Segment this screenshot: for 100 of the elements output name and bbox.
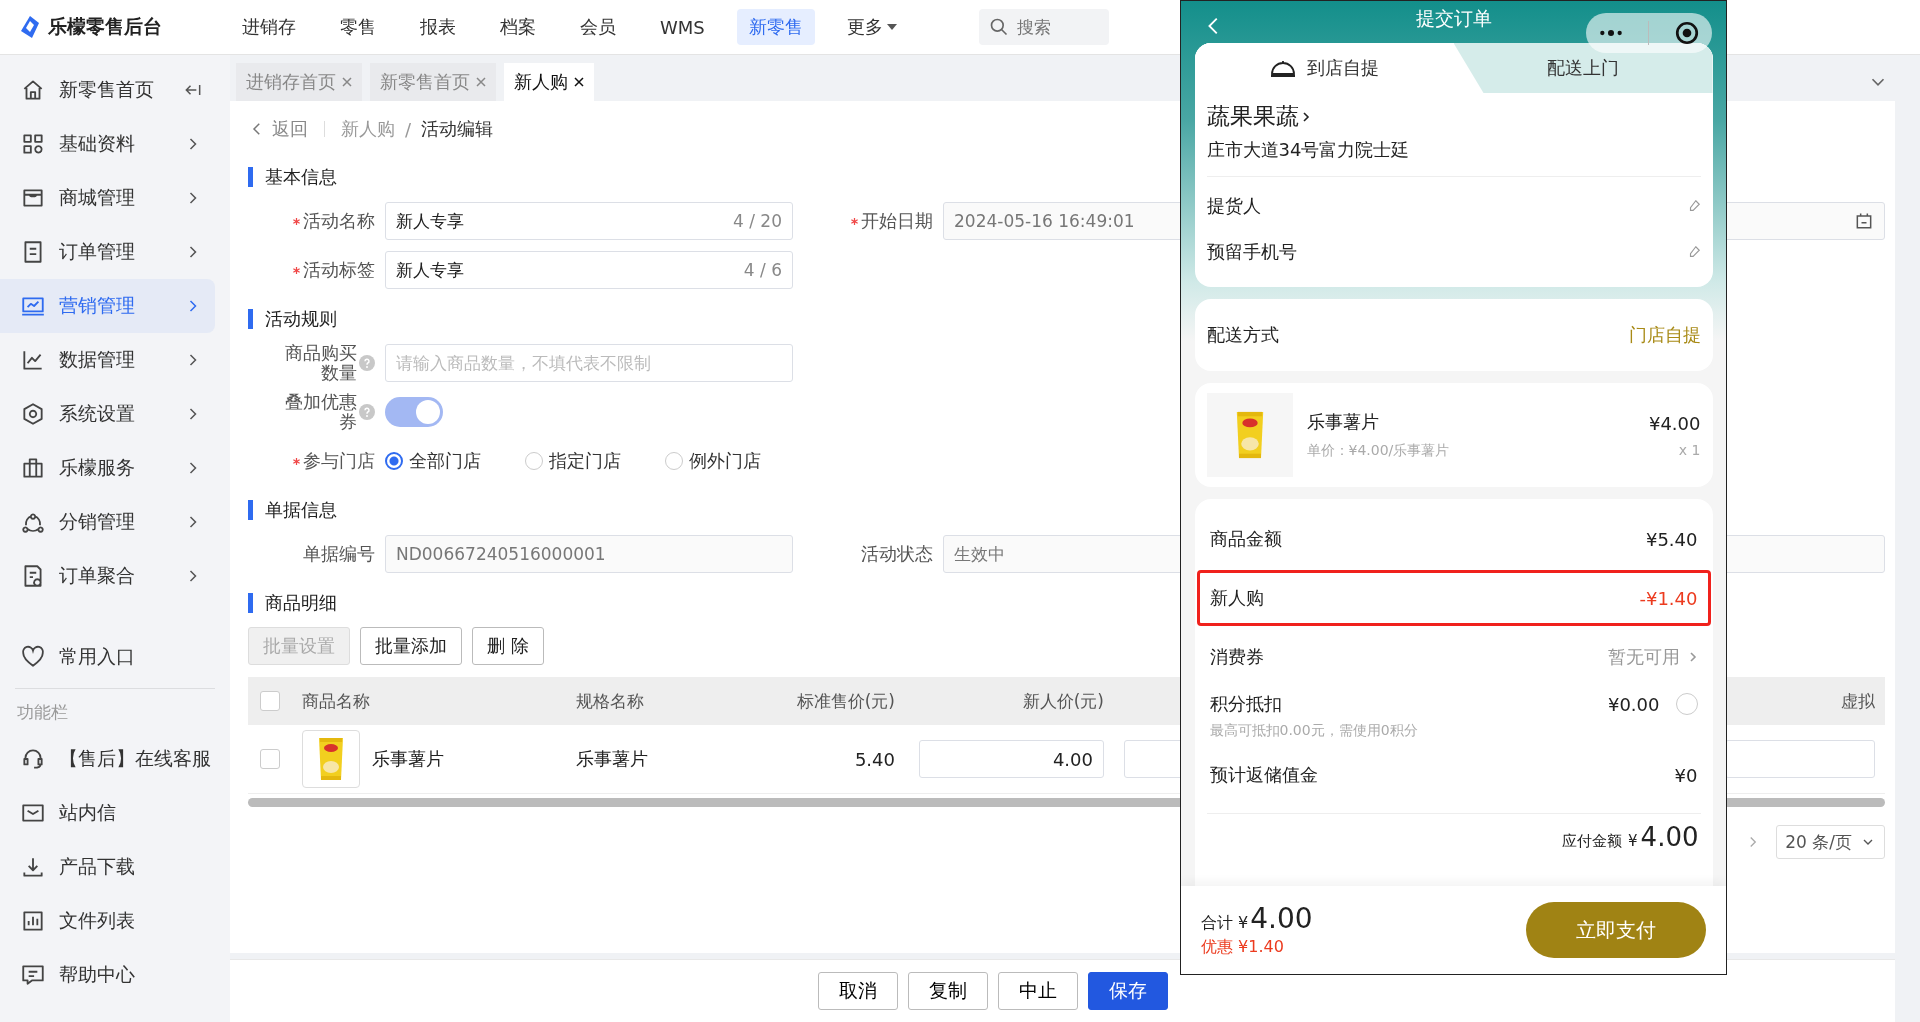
field-label: 商品购买数量 — [283, 343, 375, 383]
sidebar-item[interactable]: 数据管理 — [0, 333, 215, 387]
help-icon[interactable] — [359, 355, 375, 371]
column-header: 虚拟 — [1841, 690, 1875, 711]
top-nav-tab[interactable]: 新零售 — [736, 9, 815, 45]
sidebar-label: 分销管理 — [59, 509, 136, 534]
top-nav-tab[interactable]: 档案 — [488, 9, 548, 45]
section-heading: 商品明细 — [248, 593, 337, 613]
page-size-select[interactable]: 20 条/页 — [1776, 825, 1885, 859]
required-icon — [850, 216, 859, 226]
required-icon — [292, 216, 301, 226]
sidebar-item[interactable]: 商城管理 — [0, 171, 215, 225]
sidebar-item[interactable]: 常用入口 — [0, 630, 215, 684]
tag-input-field[interactable]: 新人专享 4 / 6 — [385, 251, 793, 289]
top-nav-tab[interactable]: 零售 — [328, 9, 388, 45]
sidebar-item[interactable]: 新零售首页 — [0, 63, 215, 117]
page-tab[interactable]: 新人购 — [504, 63, 594, 101]
table-cell: 乐事薯片 — [576, 748, 648, 769]
search-field[interactable]: 搜索 — [978, 9, 1109, 45]
sidebar-item[interactable]: 产品下载 — [0, 840, 215, 894]
menu-icon — [20, 131, 46, 157]
top-nav-tab[interactable]: 进销存 — [230, 9, 308, 45]
target-icon[interactable] — [1673, 20, 1700, 46]
discount-text: 优惠 ¥1.40 — [1201, 937, 1285, 958]
top-nav-tab[interactable]: 报表 — [408, 9, 468, 45]
close-icon[interactable] — [574, 77, 584, 87]
section-heading: 活动规则 — [248, 309, 337, 329]
field-label: 活动标签 — [292, 258, 375, 282]
store-address: 庄市大道34号富力院士廷 — [1206, 138, 1411, 162]
action-button[interactable]: 取消 — [817, 972, 898, 1010]
sidebar-label: 文件列表 — [59, 908, 136, 933]
section-heading: 单据信息 — [248, 500, 337, 520]
sidebar-item[interactable]: 订单管理 — [0, 225, 215, 279]
save-button[interactable]: 保存 — [1087, 972, 1168, 1010]
top-nav-tab[interactable]: WMS — [648, 9, 717, 45]
table-cell: 乐事薯片 — [372, 747, 444, 771]
sidebar-label: 乐檬服务 — [59, 455, 136, 480]
sidebar-label: 订单管理 — [59, 239, 136, 264]
caret-icon — [886, 24, 897, 30]
name-input-field[interactable]: 新人专享 4 / 20 — [385, 202, 793, 240]
row-label: 预计返储值金 — [1209, 763, 1318, 787]
radio-option[interactable]: 全部门店 — [385, 449, 481, 473]
cloche-icon — [1269, 58, 1297, 78]
radio-option[interactable]: 指定门店 — [525, 449, 621, 473]
amount: ¥5.40 — [1645, 528, 1698, 550]
tool-icon — [20, 746, 46, 772]
character-counter: 4 / 20 — [733, 211, 782, 231]
price-input-field[interactable]: 4.00 — [919, 740, 1104, 778]
sidebar-item[interactable]: 订单聚合 — [0, 549, 215, 603]
toolbar-button[interactable]: 批量添加 — [360, 627, 462, 665]
sidebar-label: 新零售首页 — [59, 77, 155, 102]
sidebar-label: 【售后】在线客服 — [59, 746, 212, 771]
menu-icon — [20, 455, 46, 481]
sidebar-label: 帮助中心 — [59, 962, 136, 987]
column-header: 规格名称 — [576, 690, 644, 711]
help-icon[interactable] — [359, 404, 375, 420]
field-label: 单据编号 — [303, 542, 375, 566]
section-title: 功能栏 — [16, 701, 69, 724]
action-button[interactable]: 复制 — [907, 972, 988, 1010]
row-label: 积分抵扣 — [1209, 692, 1282, 716]
document-number-field[interactable]: ND00667240516000001 — [385, 535, 793, 573]
quantity: x 1 — [1678, 441, 1701, 458]
top-nav-tab[interactable]: 更多 — [834, 9, 909, 45]
contact-field[interactable]: 提货人 — [1206, 183, 1701, 229]
tool-icon — [20, 908, 46, 934]
delivery-tab[interactable]: 配送上门 — [1453, 43, 1713, 93]
quantity-input-field[interactable]: 请输入商品数量，不填代表不限制 — [385, 344, 793, 382]
row-label: 消费券 — [1209, 645, 1264, 669]
sidebar-item[interactable]: 帮助中心 — [0, 948, 215, 1002]
contact-field[interactable]: 预留手机号 — [1206, 229, 1701, 275]
amount: ¥0 — [1674, 764, 1698, 786]
field-label: 叠加优惠券 — [283, 392, 375, 432]
sidebar-item[interactable]: 分销管理 — [0, 495, 215, 549]
checkbox[interactable] — [260, 749, 280, 769]
sidebar-item[interactable]: 营销管理 — [0, 279, 215, 333]
sidebar-label: 基础资料 — [59, 131, 136, 156]
field-label: 参与门店 — [292, 449, 375, 473]
checkbox[interactable] — [260, 691, 280, 711]
pay-button[interactable]: 立即支付 — [1526, 902, 1706, 958]
sidebar-item[interactable]: 基础资料 — [0, 117, 215, 171]
action-button[interactable]: 中止 — [997, 972, 1078, 1010]
radio-option[interactable]: 例外门店 — [665, 449, 761, 473]
toolbar-button[interactable]: 删 除 — [472, 627, 544, 665]
toggle-switch[interactable] — [385, 397, 443, 427]
column-header: 新人价(元) — [1022, 690, 1104, 711]
sidebar-item[interactable]: 系统设置 — [0, 387, 215, 441]
delivery-method: 门店自提 — [1628, 323, 1701, 347]
sidebar-item[interactable]: 文件列表 — [0, 894, 215, 948]
sidebar-item[interactable]: 乐檬服务 — [0, 441, 215, 495]
sidebar-item[interactable]: 【售后】在线客服 — [0, 732, 215, 786]
store-name[interactable]: 蔬果果蔬 — [1206, 101, 1299, 132]
back-link[interactable]: 返回 — [248, 117, 308, 141]
sidebar-item[interactable]: 站内信 — [0, 786, 215, 840]
field-label: 活动状态 — [861, 542, 933, 566]
logo-icon — [18, 15, 42, 39]
more-icon[interactable] — [1598, 28, 1625, 38]
sidebar-label: 系统设置 — [59, 401, 136, 426]
row-label: 新人购 — [1209, 586, 1264, 610]
top-nav-tab[interactable]: 会员 — [568, 9, 628, 45]
column-header: 标准售价(元) — [796, 690, 895, 711]
